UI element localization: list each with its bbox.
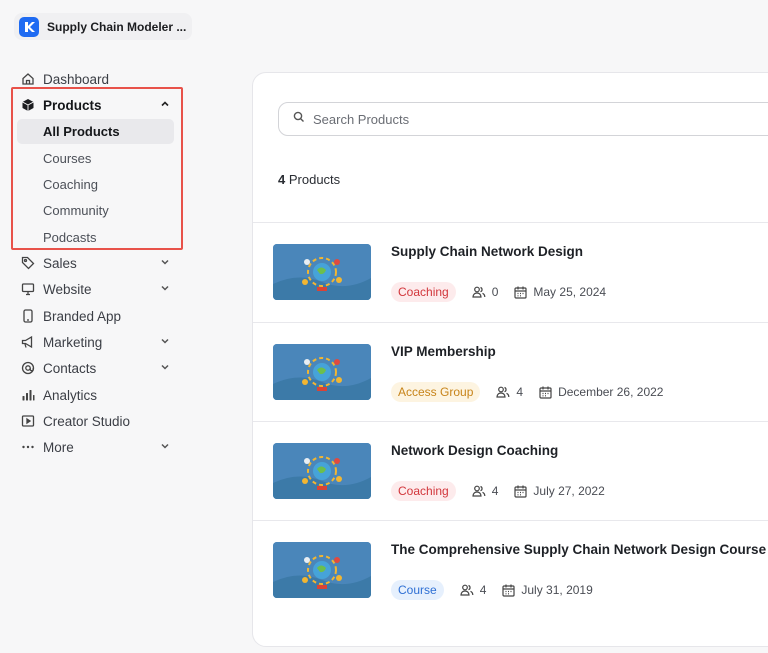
sidebar-item-more[interactable]: More [20, 435, 180, 459]
sidebar-item-label: Dashboard [43, 71, 110, 87]
home-icon [20, 71, 36, 87]
search-icon [293, 110, 305, 128]
product-thumbnail [273, 244, 371, 300]
product-row[interactable]: VIP Membership Access Group 4 December 2… [253, 322, 768, 420]
members-count: 4 [496, 385, 523, 399]
created-date: July 27, 2022 [514, 484, 605, 498]
product-row[interactable]: Network Design Coaching Coaching 4 July … [253, 421, 768, 519]
sidebar-subitem-all-products[interactable]: All Products [17, 119, 174, 144]
members-count: 4 [460, 583, 487, 597]
members-count: 0 [472, 285, 499, 299]
product-thumbnail [273, 443, 371, 499]
bar-chart-icon [20, 387, 36, 403]
sidebar-item-sales[interactable]: Sales [20, 251, 180, 275]
products-count-number: 4 [278, 172, 286, 187]
search-input[interactable] [313, 111, 713, 127]
products-count: 4 Products [278, 172, 340, 187]
sidebar-subitem-coaching[interactable]: Coaching [43, 173, 98, 195]
sidebar-item-contacts[interactable]: Contacts [20, 356, 180, 380]
sidebar-item-label: Marketing [43, 334, 103, 350]
sidebar-item-label: Sales [43, 255, 77, 271]
product-meta: Coaching 0 May 25, 2024 [391, 281, 606, 303]
users-icon [460, 584, 474, 596]
users-icon [496, 386, 510, 398]
phone-icon [20, 308, 36, 324]
members-count: 4 [472, 484, 499, 498]
created-date: May 25, 2024 [514, 285, 606, 299]
product-meta: Coaching 4 July 27, 2022 [391, 480, 605, 502]
products-count-label: Products [288, 172, 341, 187]
calendar-icon [502, 584, 515, 597]
at-icon [20, 360, 36, 376]
sidebar-item-label: More [43, 439, 74, 455]
sidebar-item-marketing[interactable]: Marketing [20, 330, 180, 354]
calendar-icon [539, 386, 552, 399]
sidebar-subitem-label: Podcasts [43, 229, 97, 245]
calendar-icon [514, 286, 527, 299]
members-value: 4 [516, 385, 524, 399]
product-type-badge: Coaching [391, 282, 456, 302]
sidebar-item-website[interactable]: Website [20, 277, 180, 301]
sidebar-item-label: Contacts [43, 360, 97, 376]
product-title[interactable]: Supply Chain Network Design [391, 244, 583, 259]
chevron-up-icon[interactable] [158, 97, 172, 111]
sidebar-item-analytics[interactable]: Analytics [20, 383, 180, 407]
sidebar-item-products[interactable]: Products [20, 93, 180, 117]
product-meta: Access Group 4 December 26, 2022 [391, 381, 663, 403]
sidebar-item-label: Products [43, 97, 102, 113]
chevron-down-icon[interactable] [158, 281, 172, 295]
sidebar-item-label: Branded App [43, 308, 122, 324]
workspace-switcher[interactable]: Supply Chain Modeler ... [14, 13, 192, 40]
sidebar-subitem-label: Community [43, 202, 109, 218]
product-thumbnail [273, 542, 371, 598]
calendar-icon [514, 485, 527, 498]
product-type-badge: Access Group [391, 382, 481, 402]
sidebar-item-creator-studio[interactable]: Creator Studio [20, 409, 180, 433]
date-value: December 26, 2022 [558, 385, 664, 399]
created-date: July 31, 2019 [502, 583, 593, 597]
date-value: July 31, 2019 [521, 583, 593, 597]
sidebar-subitem-podcasts[interactable]: Podcasts [43, 226, 96, 248]
chevron-down-icon[interactable] [158, 360, 172, 374]
product-title[interactable]: The Comprehensive Supply Chain Network D… [391, 542, 766, 557]
product-title[interactable]: Network Design Coaching [391, 443, 558, 458]
members-value: 4 [479, 583, 487, 597]
sidebar-subitem-community[interactable]: Community [43, 199, 109, 221]
members-value: 4 [491, 484, 499, 498]
chevron-down-icon[interactable] [158, 334, 172, 348]
brand-logo-icon [19, 16, 39, 37]
members-value: 0 [491, 285, 499, 299]
megaphone-icon [20, 334, 36, 350]
chevron-down-icon[interactable] [158, 255, 172, 269]
workspace-name: Supply Chain Modeler ... [47, 19, 187, 34]
tag-icon [20, 255, 36, 271]
sidebar-item-label: Website [43, 281, 92, 297]
search-box[interactable] [278, 102, 768, 136]
sidebar-item-branded-app[interactable]: Branded App [20, 304, 180, 328]
sidebar-item-dashboard[interactable]: Dashboard [20, 67, 180, 91]
date-value: May 25, 2024 [533, 285, 607, 299]
product-meta: Course 4 July 31, 2019 [391, 579, 593, 601]
product-title[interactable]: VIP Membership [391, 344, 496, 359]
sidebar-subitem-label: Courses [43, 150, 92, 166]
sidebar-subitem-label: All Products [43, 124, 120, 139]
sidebar-item-label: Creator Studio [43, 413, 131, 429]
sidebar-item-label: Analytics [43, 387, 98, 403]
product-thumbnail [273, 344, 371, 400]
created-date: December 26, 2022 [539, 385, 663, 399]
product-row[interactable]: The Comprehensive Supply Chain Network D… [253, 520, 768, 618]
sidebar-subitem-courses[interactable]: Courses [43, 147, 91, 169]
product-row[interactable]: Supply Chain Network Design Coaching 0 M… [253, 222, 768, 320]
box-icon [20, 97, 36, 113]
dots-icon [20, 439, 36, 455]
video-icon [20, 413, 36, 429]
product-type-badge: Course [391, 580, 444, 600]
chevron-down-icon[interactable] [158, 439, 172, 453]
monitor-icon [20, 281, 36, 297]
date-value: July 27, 2022 [533, 484, 605, 498]
sidebar-subitem-label: Coaching [43, 176, 98, 192]
product-type-badge: Coaching [391, 481, 456, 501]
users-icon [472, 485, 486, 497]
users-icon [472, 286, 486, 298]
